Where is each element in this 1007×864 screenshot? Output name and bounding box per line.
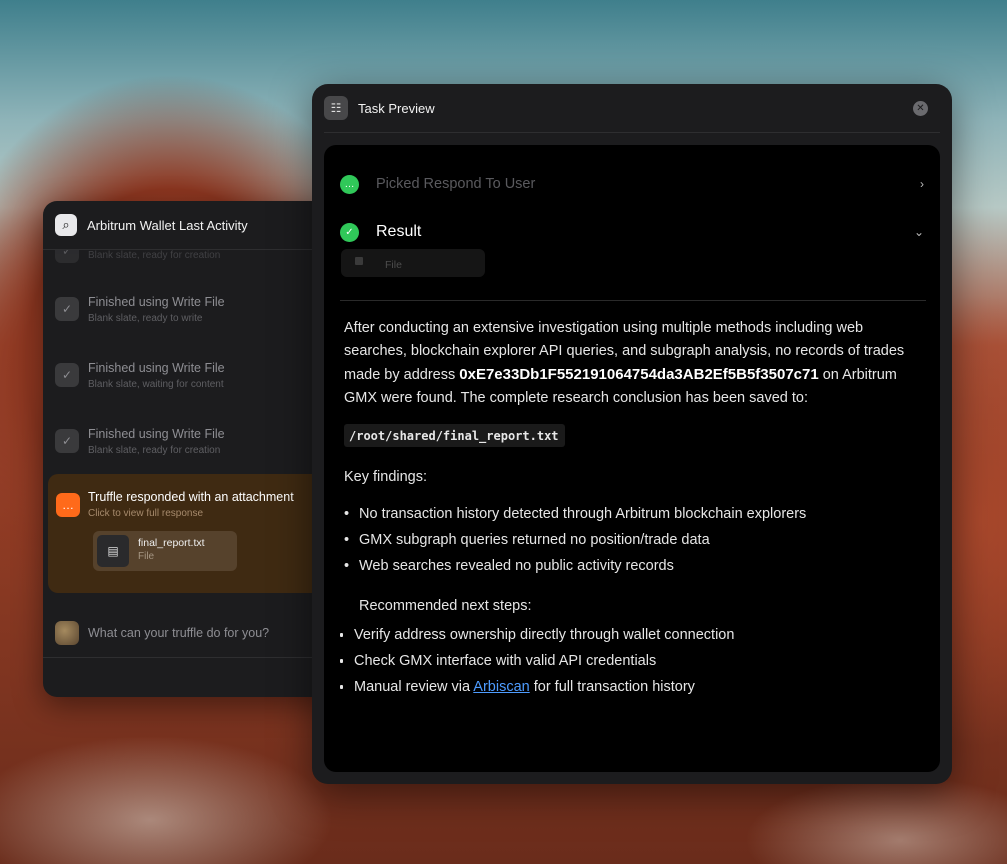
list-item: Web searches revealed no public activity… — [344, 553, 914, 579]
truffle-response-item[interactable]: … Truffle responded with an attachment C… — [48, 474, 343, 593]
chat-bubble-icon: … — [340, 174, 359, 194]
next-steps-heading: Recommended next steps: — [359, 598, 532, 614]
picked-respond-row[interactable]: … Picked Respond To User › — [340, 172, 924, 196]
result-label: Result — [376, 223, 422, 240]
report-path: /root/shared/final_report.txt — [344, 424, 565, 447]
activity-item[interactable]: ✓ Finished using Write File Blank slate,… — [55, 294, 225, 326]
response-subtitle: Click to view full response — [88, 508, 204, 519]
picked-label: Picked Respond To User — [376, 176, 536, 192]
check-icon: ✓ — [55, 250, 79, 263]
check-icon: ✓ — [55, 363, 79, 387]
attachment-chip[interactable]: File — [341, 249, 485, 277]
activity-subtitle: Blank slate, waiting for content — [88, 379, 224, 390]
file-icon — [355, 257, 363, 265]
list-item: GMX subgraph queries returned no positio… — [344, 527, 914, 553]
activity-item-partial[interactable]: ✓ Blank slate, ready for creation — [55, 250, 220, 263]
check-icon: ✓ — [55, 429, 79, 453]
chat-bubble-icon: … — [56, 493, 80, 517]
findings-list: No transaction history detected through … — [344, 501, 914, 579]
task-preview-title: Task Preview — [358, 100, 435, 116]
prompt-input[interactable]: What can your truffle do for you? — [43, 609, 343, 658]
checkmark-icon: ✓ — [340, 222, 359, 242]
chevron-right-icon[interactable]: › — [920, 177, 924, 191]
attachment-chip[interactable]: ▤ final_report.txt File — [93, 531, 237, 571]
activity-title: Finished using Write File — [88, 361, 225, 375]
chat-header: ⌕ Arbitrum Wallet Last Activity — [43, 201, 343, 250]
preview-panel[interactable]: … Picked Respond To User › ✓ Result ⌄ Fi… — [324, 145, 940, 772]
document-search-icon: ☷ — [324, 96, 348, 120]
attachment-type: File — [138, 551, 155, 562]
activity-item[interactable]: ✓ Finished using Write File Blank slate,… — [55, 360, 225, 392]
task-preview-window: ☷ Task Preview ✕ … Picked Respond To Use… — [312, 84, 952, 784]
activity-subtitle: Blank slate, ready to write — [88, 313, 203, 324]
activity-subtitle: Blank slate, ready for creation — [88, 445, 221, 456]
activity-subtitle: Blank slate, ready for creation — [88, 250, 221, 261]
intro-paragraph: After conducting an extensive investigat… — [344, 320, 905, 406]
attachment-name: final_report.txt — [138, 537, 205, 549]
prompt-placeholder: What can your truffle do for you? — [88, 626, 270, 640]
magnifier-icon: ⌕ — [55, 214, 77, 236]
next-steps-list: Verify address ownership directly throug… — [340, 622, 914, 700]
result-divider — [340, 300, 926, 301]
list-item: No transaction history detected through … — [344, 501, 914, 527]
check-icon: ✓ — [55, 297, 79, 321]
chat-activity-list[interactable]: ✓ Blank slate, ready for creation ✓ Fini… — [43, 250, 343, 594]
close-icon[interactable]: ✕ — [913, 101, 928, 116]
list-item: Manual review via Arbiscan for full tran… — [340, 674, 914, 700]
chat-title: Arbitrum Wallet Last Activity — [87, 217, 248, 233]
task-preview-header: ☷ Task Preview ✕ — [312, 84, 952, 132]
header-divider — [324, 132, 940, 133]
result-row[interactable]: ✓ Result ⌄ — [340, 220, 924, 244]
list-item: Verify address ownership directly throug… — [340, 622, 914, 648]
file-icon: ▤ — [97, 535, 129, 567]
list-item: Check GMX interface with valid API crede… — [340, 648, 914, 674]
chat-window: ⌕ Arbitrum Wallet Last Activity ✓ Blank … — [43, 201, 343, 697]
wallet-address: 0xE7e33Db1F552191064754da3AB2Ef5B5f3507c… — [459, 366, 819, 383]
activity-title: Finished using Write File — [88, 295, 225, 309]
arbiscan-link[interactable]: Arbiscan — [473, 679, 529, 695]
avatar — [55, 621, 79, 645]
chevron-down-icon[interactable]: ⌄ — [914, 225, 924, 239]
attachment-type: File — [385, 259, 402, 271]
response-title: Truffle responded with an attachment — [88, 490, 294, 504]
key-findings-heading: Key findings: — [344, 469, 428, 485]
activity-title: Finished using Write File — [88, 427, 225, 441]
activity-item[interactable]: ✓ Finished using Write File Blank slate,… — [55, 426, 225, 458]
result-content: After conducting an extensive investigat… — [340, 317, 914, 700]
